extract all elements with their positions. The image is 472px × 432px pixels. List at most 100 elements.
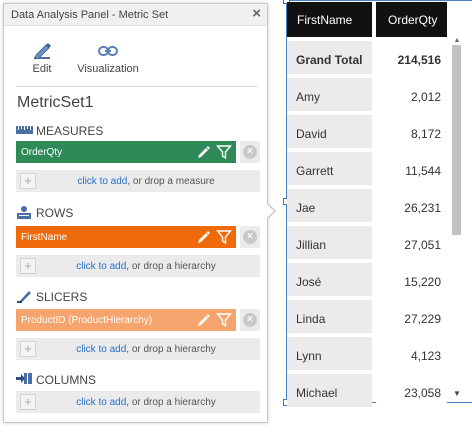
row-header-text: Garrett [296, 164, 334, 178]
remove-measure-button[interactable]: × [240, 141, 260, 163]
visualization-label: Visualization [77, 63, 139, 75]
pencil-icon [34, 43, 51, 60]
columns-drop-zone[interactable]: + click to add, or drop a hierarchy [16, 391, 260, 413]
slicer-pill-productid[interactable]: ProductID (ProductHierarchy) [16, 309, 236, 331]
value-text: 27,051 [404, 238, 441, 252]
rows-drop-zone[interactable]: + click to add, or drop a hierarchy [16, 255, 260, 277]
row-header-text: Grand Total [296, 53, 363, 67]
columns-add-link[interactable]: click to add [76, 397, 126, 408]
value-text: 2,012 [410, 90, 441, 104]
measures-title: MEASURES [36, 124, 104, 138]
row-header-cell[interactable]: Garrett [287, 152, 372, 185]
value-text: 8,172 [410, 127, 441, 141]
row-header-text: José [296, 275, 322, 289]
column-header-label: FirstName [297, 13, 353, 27]
edit-label: Edit [32, 63, 52, 75]
value-cell[interactable]: 27,051 [376, 226, 447, 259]
row-header-cell[interactable]: David [287, 115, 372, 148]
row-header-text: David [296, 127, 327, 141]
columns-arrow-icon [16, 373, 32, 384]
value-text: 15,220 [404, 275, 441, 289]
columns-drop-hint: , or drop a hierarchy [126, 397, 216, 408]
slicers-title: SLICERS [36, 290, 88, 304]
row-header-cell[interactable]: Linda [287, 300, 372, 333]
value-text: 23,058 [404, 386, 441, 400]
row-header-cell[interactable]: José [287, 263, 372, 296]
measures-add-link[interactable]: click to add [77, 176, 127, 187]
slicer-pill-label: ProductID (ProductHierarchy) [21, 315, 153, 326]
slicers-drop-hint: , or drop a hierarchy [126, 344, 216, 355]
metric-set-name: MetricSet1 [17, 94, 94, 111]
toolbar-divider [16, 86, 257, 87]
value-cell[interactable]: 15,220 [376, 263, 447, 296]
grid-selection-top-edge [286, 0, 472, 1]
pencil-icon[interactable] [196, 229, 212, 245]
scrollbar-thumb[interactable] [452, 45, 461, 235]
pencil-icon[interactable] [196, 312, 212, 328]
columns-drop-text: click to add, or drop a hierarchy [16, 397, 260, 408]
pencil-icon[interactable] [196, 144, 212, 160]
row-header-text: Jae [296, 201, 316, 215]
remove-icon: × [243, 313, 257, 327]
scroll-down-icon[interactable]: ▼ [451, 389, 463, 399]
row-header-text: Linda [296, 312, 326, 326]
edit-button[interactable]: Edit [22, 40, 62, 75]
filter-icon[interactable] [216, 312, 232, 328]
row-header-text: Lynn [296, 349, 322, 363]
rows-title: ROWS [36, 206, 74, 220]
value-text: 27,229 [404, 312, 441, 326]
data-analysis-panel: Data Analysis Panel - Metric Set × Edit … [3, 3, 268, 423]
visualization-button[interactable]: Visualization [72, 40, 144, 75]
value-cell[interactable]: 2,012 [376, 78, 447, 111]
value-text: 11,544 [405, 164, 441, 178]
measures-drop-hint: , or drop a measure [127, 176, 215, 187]
value-text: 4,123 [410, 349, 441, 363]
panel-header: Data Analysis Panel - Metric Set × [4, 4, 267, 26]
slicer-knife-icon [17, 291, 31, 303]
value-text: 214,516 [397, 53, 441, 67]
rows-drop-text: click to add, or drop a hierarchy [16, 261, 260, 272]
column-header-firstname[interactable]: FirstName [287, 2, 372, 37]
value-cell[interactable]: 26,231 [376, 189, 447, 222]
column-header-orderqty[interactable]: OrderQty [376, 2, 447, 37]
grand-total-label-cell[interactable]: Grand Total [287, 41, 372, 74]
remove-icon: × [243, 230, 257, 244]
measure-pill-orderqty[interactable]: OrderQty [16, 141, 236, 163]
column-header-label: OrderQty [388, 13, 438, 27]
columns-title: COLUMNS [36, 373, 97, 387]
slicers-drop-zone[interactable]: + click to add, or drop a hierarchy [16, 338, 260, 360]
rows-add-link[interactable]: click to add [76, 261, 126, 272]
row-header-text: Jillian [296, 238, 327, 252]
measures-drop-zone[interactable]: + click to add, or drop a measure [16, 170, 260, 192]
remove-icon: × [243, 145, 257, 159]
measure-pill-label: OrderQty [21, 147, 63, 158]
row-header-text: Michael [296, 386, 338, 400]
row-pill-firstname[interactable]: FirstName [16, 226, 236, 248]
row-header-cell[interactable]: Lynn [287, 337, 372, 370]
row-header-cell[interactable]: Michael [287, 374, 372, 407]
panel-title: Data Analysis Panel - Metric Set [11, 9, 169, 21]
value-cell[interactable]: 4,123 [376, 337, 447, 370]
slicers-drop-text: click to add, or drop a hierarchy [16, 344, 260, 355]
slicers-add-link[interactable]: click to add [76, 344, 126, 355]
value-cell[interactable]: 11,544 [376, 152, 447, 185]
filter-icon[interactable] [216, 144, 232, 160]
row-pill-label: FirstName [21, 232, 68, 243]
row-header-cell[interactable]: Jae [287, 189, 372, 222]
remove-slicer-button[interactable]: × [240, 309, 260, 331]
rows-drop-hint: , or drop a hierarchy [126, 261, 216, 272]
filter-icon[interactable] [216, 229, 232, 245]
close-icon[interactable]: × [252, 6, 261, 22]
measures-drop-text: click to add, or drop a measure [16, 176, 260, 187]
grand-total-value-cell[interactable]: 214,516 [376, 41, 447, 74]
remove-row-button[interactable]: × [240, 226, 260, 248]
row-header-cell[interactable]: Amy [287, 78, 372, 111]
value-cell[interactable]: 23,058 [376, 374, 447, 407]
value-cell[interactable]: 8,172 [376, 115, 447, 148]
row-header-cell[interactable]: Jillian [287, 226, 372, 259]
value-text: 26,231 [404, 201, 441, 215]
ruler-icon [16, 126, 33, 134]
row-header-text: Amy [296, 90, 320, 104]
scroll-up-icon[interactable]: ▲ [451, 37, 463, 45]
value-cell[interactable]: 27,229 [376, 300, 447, 333]
